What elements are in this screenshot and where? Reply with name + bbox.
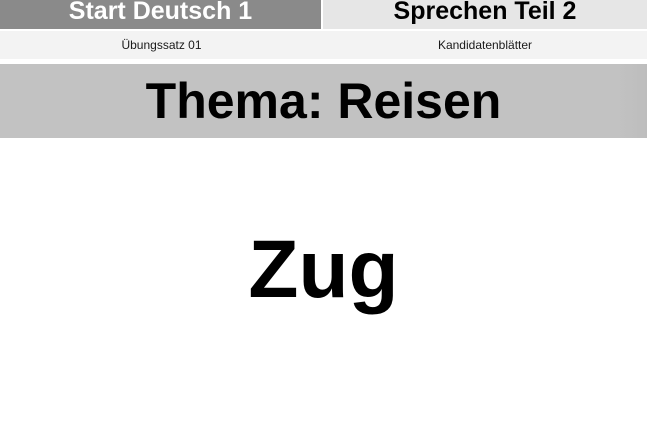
theme-bar-edge — [617, 64, 647, 138]
theme-title: Thema: Reisen — [145, 73, 502, 129]
practice-set-label: Übungssatz 01 — [121, 38, 202, 52]
theme-bar: Thema: Reisen — [0, 64, 647, 138]
header-sub-row: Übungssatz 01 Kandidatenblätter — [0, 31, 647, 59]
candidate-sheets-label: Kandidatenblätter — [437, 38, 533, 52]
header-top-row: Start Deutsch 1 Sprechen Teil 2 — [0, 0, 647, 29]
exam-name-banner: Start Deutsch 1 — [0, 0, 321, 29]
exam-sheet: Start Deutsch 1 Sprechen Teil 2 Übungssa… — [0, 0, 647, 448]
section-name-banner: Sprechen Teil 2 — [323, 0, 647, 29]
card-word: Zug — [248, 224, 399, 315]
